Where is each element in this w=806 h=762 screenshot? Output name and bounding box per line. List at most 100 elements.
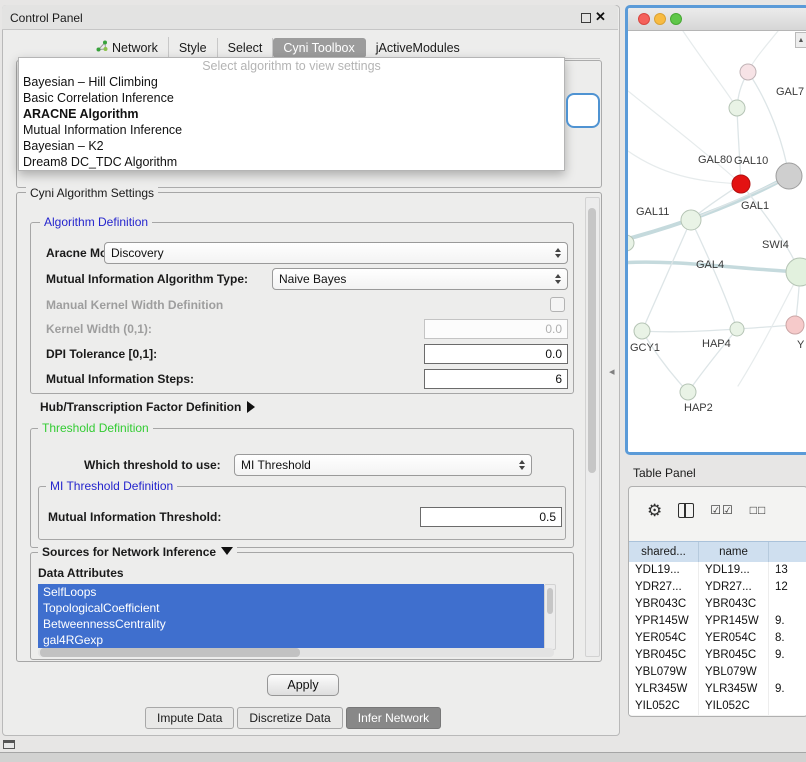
network-node[interactable] bbox=[634, 323, 650, 339]
network-node[interactable] bbox=[730, 322, 744, 336]
network-edge[interactable] bbox=[628, 91, 741, 184]
which-threshold-label: Which threshold to use: bbox=[84, 458, 221, 472]
bottom-tab-impute-data[interactable]: Impute Data bbox=[145, 707, 234, 729]
network-node[interactable] bbox=[786, 316, 804, 334]
column-header[interactable]: name bbox=[699, 542, 769, 562]
network-node[interactable] bbox=[729, 100, 745, 116]
attribute-list-item[interactable]: SelfLoops bbox=[38, 584, 544, 600]
which-threshold-select[interactable]: MI Threshold bbox=[234, 454, 532, 476]
focused-combobox-fragment[interactable] bbox=[566, 93, 600, 128]
float-window-button[interactable] bbox=[581, 13, 591, 23]
docked-panel-icon[interactable] bbox=[3, 740, 15, 749]
network-edge[interactable] bbox=[642, 331, 688, 392]
attributes-horizontal-scrollbar[interactable] bbox=[38, 648, 554, 657]
attribute-list-item[interactable]: TopologicalCoefficient bbox=[38, 600, 544, 616]
table-row[interactable]: YDR27...YDR27...12 bbox=[629, 579, 806, 596]
table-row[interactable]: YER054CYER054C8. bbox=[629, 630, 806, 647]
tab-jactivemodules[interactable]: jActiveModules bbox=[366, 38, 470, 58]
network-edge[interactable] bbox=[642, 220, 691, 331]
table-row[interactable]: YLR345WYLR345W9. bbox=[629, 681, 806, 698]
sources-group-toggle[interactable]: Sources for Network Inference bbox=[38, 545, 237, 559]
network-node-label: GCY1 bbox=[630, 342, 660, 354]
table-cell: YDR27... bbox=[629, 579, 699, 596]
column-selector-icon[interactable] bbox=[678, 503, 694, 518]
mi-threshold-input[interactable] bbox=[420, 507, 562, 527]
column-header[interactable] bbox=[769, 542, 806, 562]
status-strip bbox=[0, 752, 806, 762]
table-row[interactable]: YBR043CYBR043C bbox=[629, 596, 806, 613]
apply-button[interactable]: Apply bbox=[267, 674, 339, 696]
table-cell: YDL19... bbox=[699, 562, 769, 579]
tab-select[interactable]: Select bbox=[218, 38, 274, 58]
table-row[interactable]: YPR145WYPR145W9. bbox=[629, 613, 806, 630]
mi-threshold-label: Mutual Information Threshold: bbox=[48, 510, 221, 524]
network-window-titlebar[interactable] bbox=[628, 8, 806, 31]
minimize-window-icon[interactable] bbox=[654, 13, 666, 25]
attribute-list-item[interactable]: gal4RGexp bbox=[38, 632, 544, 648]
table-panel-title: Table Panel bbox=[633, 466, 696, 480]
network-node-label: GAL80 bbox=[698, 154, 732, 166]
algorithm-option[interactable]: ARACNE Algorithm bbox=[19, 106, 564, 122]
algorithm-option[interactable]: Basic Correlation Inference bbox=[19, 90, 564, 106]
network-canvas[interactable]: GAL7GAL80GAL10GAL11GAL1SWI4GAL4GCY1HAP4Y… bbox=[628, 31, 806, 453]
network-node-label: GAL10 bbox=[734, 155, 768, 167]
attributes-list: SelfLoopsTopologicalCoefficientBetweenne… bbox=[38, 584, 544, 648]
attribute-list-item[interactable]: BetweennessCentrality bbox=[38, 616, 544, 632]
table-row[interactable]: YIL052CYIL052C bbox=[629, 698, 806, 715]
network-node[interactable] bbox=[680, 384, 696, 400]
table-header-row: shared...name bbox=[629, 541, 806, 563]
algorithm-option[interactable]: Mutual Information Inference bbox=[19, 122, 564, 138]
hub-definition-toggle[interactable]: Hub/Transcription Factor Definition bbox=[40, 400, 255, 414]
tab-cyni-toolbox[interactable]: Cyni Toolbox bbox=[273, 38, 365, 58]
mi-steps-label: Mutual Information Steps: bbox=[46, 372, 194, 386]
settings-scrollbar-thumb[interactable] bbox=[588, 208, 596, 473]
attributes-vertical-scrollbar[interactable] bbox=[544, 584, 556, 650]
collapse-down-icon bbox=[221, 547, 233, 555]
network-edge[interactable] bbox=[737, 108, 741, 184]
network-node-label: GAL7 bbox=[776, 86, 804, 98]
select-all-icon[interactable]: ☑☑ bbox=[710, 503, 734, 517]
algorithm-option[interactable]: Bayesian – K2 bbox=[19, 138, 564, 154]
network-edge[interactable] bbox=[642, 329, 737, 332]
network-graph[interactable]: GAL7GAL80GAL10GAL11GAL1SWI4GAL4GCY1HAP4Y… bbox=[628, 31, 806, 453]
attributes-hscroll-thumb[interactable] bbox=[40, 648, 300, 657]
bottom-tab-discretize-data[interactable]: Discretize Data bbox=[237, 707, 342, 729]
network-edge[interactable] bbox=[691, 220, 737, 329]
zoom-window-icon[interactable] bbox=[670, 13, 682, 25]
tab-network[interactable]: Network bbox=[86, 37, 169, 58]
settings-gear-icon[interactable]: ⚙ bbox=[647, 502, 662, 519]
splitter-collapse-arrow[interactable]: ◂ bbox=[609, 365, 615, 378]
mi-algorithm-type-value: Naive Bayes bbox=[279, 272, 555, 286]
column-header[interactable]: shared... bbox=[629, 542, 699, 562]
kernel-width-input[interactable] bbox=[424, 319, 568, 339]
close-panel-button[interactable]: ✕ bbox=[595, 9, 606, 25]
network-node[interactable] bbox=[740, 64, 756, 80]
table-row[interactable]: YDL19...YDL19...13 bbox=[629, 562, 806, 579]
dpi-tolerance-input[interactable] bbox=[424, 344, 568, 364]
algorithm-option[interactable]: Bayesian – Hill Climbing bbox=[19, 74, 564, 90]
network-node[interactable] bbox=[732, 175, 750, 193]
manual-kernel-width-checkbox[interactable] bbox=[550, 297, 565, 312]
network-scroll-up-icon[interactable]: ▲ bbox=[795, 32, 806, 48]
aracne-mode-select[interactable]: Discovery bbox=[104, 242, 568, 264]
settings-scrollbar[interactable] bbox=[585, 197, 600, 657]
tab-style[interactable]: Style bbox=[169, 38, 218, 58]
table-cell bbox=[769, 596, 806, 613]
attributes-vscroll-thumb[interactable] bbox=[547, 588, 553, 614]
deselect-all-icon[interactable]: □□ bbox=[750, 503, 767, 517]
algorithm-definition-title: Algorithm Definition bbox=[40, 215, 152, 229]
bottom-tab-infer-network[interactable]: Infer Network bbox=[346, 707, 441, 729]
mi-algorithm-type-select[interactable]: Naive Bayes bbox=[272, 268, 568, 290]
table-cell: YDL19... bbox=[629, 562, 699, 579]
network-edge[interactable] bbox=[683, 31, 737, 108]
network-node[interactable] bbox=[681, 210, 701, 230]
bottom-tab-bar: Impute DataDiscretize DataInfer Network bbox=[145, 707, 441, 729]
table-row[interactable]: YBL079WYBL079W bbox=[629, 664, 806, 681]
mi-steps-input[interactable] bbox=[424, 369, 568, 389]
table-row[interactable]: YBR045CYBR045C9. bbox=[629, 647, 806, 664]
network-node[interactable] bbox=[786, 258, 806, 286]
network-node[interactable] bbox=[776, 163, 802, 189]
close-window-icon[interactable] bbox=[638, 13, 650, 25]
tab-label: Network bbox=[112, 41, 158, 55]
algorithm-option[interactable]: Dream8 DC_TDC Algorithm bbox=[19, 154, 564, 170]
